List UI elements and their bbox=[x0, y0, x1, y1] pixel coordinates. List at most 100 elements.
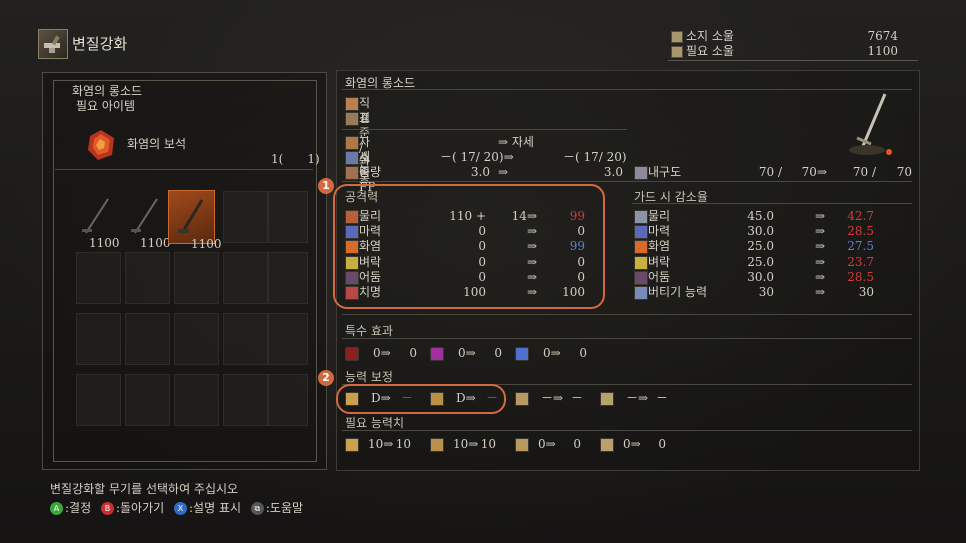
attack-type-icon bbox=[345, 112, 359, 126]
weight-current: 3.0 bbox=[470, 165, 490, 179]
weapon-cost: 1100 bbox=[191, 237, 222, 251]
empty-weapon-slot[interactable] bbox=[76, 374, 121, 426]
button-x[interactable]: X:설명 표시 bbox=[174, 501, 241, 515]
weight-row: 중량 3.0 ⇒ 3.0 bbox=[345, 165, 625, 180]
guard-label: 어둠 bbox=[648, 269, 671, 284]
stance-icon bbox=[345, 136, 359, 150]
special-new: 0 bbox=[494, 346, 502, 360]
page-title: 변질강화 bbox=[72, 35, 128, 53]
highlight-attack bbox=[333, 184, 605, 309]
scaling-item: －⇒ － bbox=[600, 391, 668, 406]
empty-weapon-slot[interactable] bbox=[223, 191, 268, 243]
empty-weapon-slot[interactable] bbox=[223, 374, 268, 426]
special-current: 0⇒ bbox=[543, 346, 561, 360]
button-b[interactable]: B:돌아가기 bbox=[100, 501, 165, 515]
empty-weapon-slot[interactable] bbox=[268, 191, 308, 243]
guard-new: 42.7 bbox=[847, 209, 874, 223]
requirements-title: 필요 능력치 bbox=[345, 416, 405, 430]
soul-icon bbox=[671, 46, 683, 58]
durability-new-max: 70 bbox=[896, 165, 912, 179]
weapon-slot-1[interactable]: 1100 bbox=[76, 191, 120, 250]
empty-weapon-slot[interactable] bbox=[268, 252, 308, 304]
weight-arrow: ⇒ bbox=[498, 165, 509, 179]
divider bbox=[668, 60, 918, 61]
requirement-current: 10⇒ bbox=[368, 437, 394, 451]
guard-new: 30 bbox=[858, 285, 874, 299]
required-souls-row: 필요 소울 1100 bbox=[668, 44, 898, 59]
special-effect-item: 0⇒ 0 bbox=[345, 346, 417, 361]
weapon-slot-3-selected[interactable]: 1100 bbox=[168, 190, 222, 251]
empty-weapon-slot[interactable] bbox=[174, 252, 219, 304]
guard-current: 30 bbox=[758, 285, 774, 299]
empty-weapon-slot[interactable] bbox=[76, 313, 121, 365]
guard-arrow: ⇒ bbox=[815, 254, 826, 269]
empty-weapon-slot[interactable] bbox=[268, 313, 308, 365]
footer-prompt: 변질강화할 무기를 선택하여 주십시오 bbox=[50, 482, 239, 496]
guard-current: 45.0 bbox=[747, 209, 774, 223]
confirm-label: :결정 bbox=[65, 501, 92, 515]
fp-current: －( 17/ 20)⇒ bbox=[440, 150, 514, 164]
a-button-icon: A bbox=[50, 502, 63, 515]
weapon-cost: 1100 bbox=[89, 236, 120, 250]
empty-weapon-slot[interactable] bbox=[76, 252, 121, 304]
guard-arrow: ⇒ bbox=[815, 239, 826, 254]
weight-icon bbox=[345, 166, 359, 180]
durability-current: 70 / bbox=[758, 165, 782, 179]
button-view[interactable]: ⧉:도움말 bbox=[250, 501, 304, 515]
frost-icon bbox=[515, 347, 529, 361]
anvil-icon bbox=[38, 29, 68, 59]
scaling-current: －⇒ bbox=[541, 391, 564, 405]
weapon-type-icon bbox=[345, 97, 359, 111]
view-button-icon: ⧉ bbox=[250, 502, 264, 515]
special-current: 0⇒ bbox=[458, 346, 476, 360]
divider bbox=[342, 89, 912, 90]
guard-current: 25.0 bbox=[747, 239, 774, 254]
scaling-new: － bbox=[655, 391, 668, 405]
empty-weapon-slot[interactable] bbox=[125, 313, 170, 365]
guard-arrow: ⇒ bbox=[815, 209, 826, 223]
weight-label: 중량 bbox=[359, 165, 382, 179]
empty-weapon-slot[interactable] bbox=[125, 374, 170, 426]
fire-gem-icon bbox=[84, 128, 118, 162]
durability-current-max: 70⇒ bbox=[801, 165, 827, 179]
back-label: :돌아가기 bbox=[115, 501, 165, 515]
held-souls-label: 소지 소울 bbox=[686, 29, 734, 43]
button-a[interactable]: A:결정 bbox=[50, 501, 91, 515]
divider bbox=[342, 430, 912, 431]
soul-icon bbox=[671, 31, 683, 43]
divider bbox=[342, 129, 627, 130]
x-button-icon: X bbox=[174, 502, 187, 515]
requirement-item: 10⇒ 10 bbox=[430, 437, 496, 452]
faith-icon bbox=[600, 392, 614, 406]
required-souls-label: 필요 소울 bbox=[686, 44, 734, 58]
scaling-title: 능력 보정 bbox=[345, 370, 393, 384]
held-souls-row: 소지 소울 7674 bbox=[668, 29, 898, 44]
guard-0-icon bbox=[634, 210, 648, 224]
held-souls-value: 7674 bbox=[867, 29, 898, 43]
guard-row: 물리 45.0 ⇒ 42.7 bbox=[634, 209, 874, 224]
requirement-item: 10⇒ 10 bbox=[345, 437, 411, 452]
empty-weapon-slot[interactable] bbox=[174, 313, 219, 365]
weapon-cost: 1100 bbox=[140, 236, 171, 250]
gem-count: 1( 1) bbox=[271, 152, 320, 166]
weapon-slot-2[interactable]: 1100 bbox=[125, 191, 171, 250]
empty-weapon-slot[interactable] bbox=[268, 374, 308, 426]
guard-label: 화염 bbox=[648, 239, 671, 254]
requirement-current: 0⇒ bbox=[623, 437, 641, 451]
requirement-current: 10⇒ bbox=[453, 437, 479, 451]
guard-arrow: ⇒ bbox=[815, 285, 826, 299]
guard-label: 버티기 능력 bbox=[648, 285, 708, 299]
guard-row: 마력 30.0 ⇒ 28.5 bbox=[634, 224, 874, 240]
requirement-current: 0⇒ bbox=[538, 437, 556, 451]
highlight-scaling bbox=[336, 384, 506, 414]
guard-3-icon bbox=[634, 255, 648, 270]
dexterity-icon bbox=[430, 438, 444, 452]
empty-weapon-slot[interactable] bbox=[174, 374, 219, 426]
empty-weapon-slot[interactable] bbox=[125, 252, 170, 304]
empty-weapon-slot[interactable] bbox=[223, 252, 268, 304]
empty-weapon-slot[interactable] bbox=[223, 313, 268, 365]
fp-icon bbox=[345, 151, 359, 165]
divider bbox=[342, 181, 912, 182]
help-label: :도움말 bbox=[265, 501, 304, 515]
required-souls-value: 1100 bbox=[867, 44, 898, 58]
